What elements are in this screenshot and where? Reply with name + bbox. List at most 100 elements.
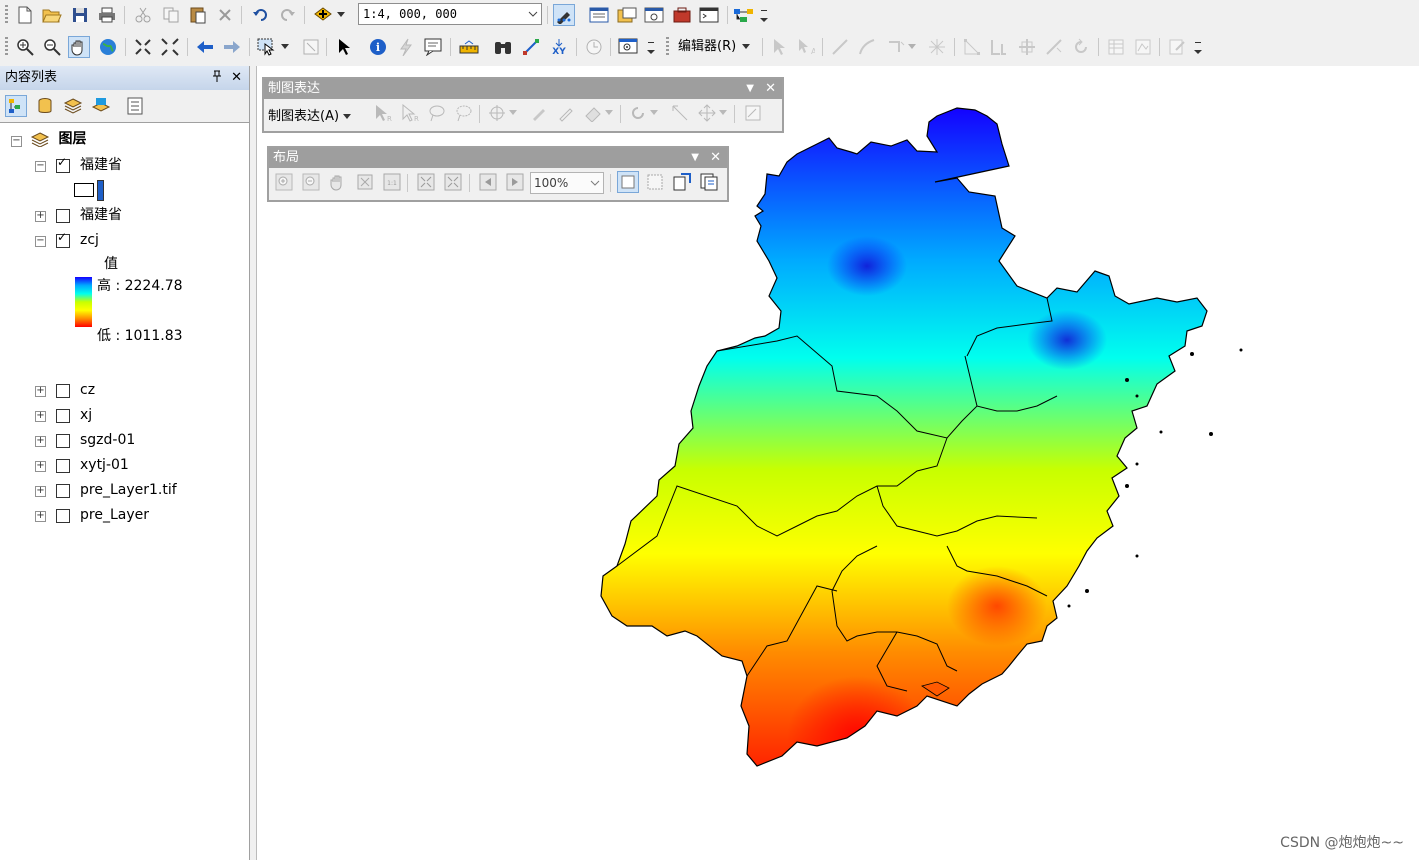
map-view[interactable]: 制图表达 ▼ ✕ 制图表达(A) R R 布局 ▼ ✕ 1:1 100% CSD… (256, 66, 1419, 860)
fixed-zoom-out-icon[interactable] (159, 36, 181, 58)
layer-visibility-checkbox[interactable] (56, 384, 70, 398)
layer-item-cz[interactable]: cz (80, 379, 95, 401)
expand-toggle[interactable]: + (35, 511, 46, 522)
construction-dropdown-icon[interactable] (906, 36, 918, 58)
layer-visibility-checkbox[interactable] (56, 230, 70, 248)
rotate-tool-icon[interactable] (1070, 36, 1092, 58)
print-icon[interactable] (96, 4, 118, 26)
map-scale-combobox[interactable]: 1:4, 000, 000 (358, 3, 542, 25)
expand-toggle[interactable]: + (35, 486, 46, 497)
toolbar-grip[interactable] (666, 37, 669, 57)
fixed-zoom-in-layout-icon[interactable] (415, 171, 437, 193)
layer-visibility-checkbox[interactable] (56, 434, 70, 448)
options-list-icon[interactable] (124, 95, 146, 117)
list-by-selection-icon[interactable] (90, 95, 112, 117)
table-of-contents-window-icon[interactable] (588, 4, 610, 26)
fixed-zoom-out-layout-icon[interactable] (442, 171, 464, 193)
save-icon[interactable] (69, 4, 91, 26)
redo-icon[interactable] (277, 4, 299, 26)
layer-item-xytj-01[interactable]: xytj-01 (80, 454, 129, 476)
python-window-icon[interactable] (698, 4, 720, 26)
draw-pen-icon[interactable] (528, 102, 550, 124)
pan-hand-icon[interactable] (68, 36, 90, 58)
paste-icon[interactable] (187, 4, 209, 26)
toolbar-options-icon[interactable] (1192, 36, 1204, 58)
layout-zoom-combobox[interactable]: 100% (530, 172, 604, 194)
modelbuilder-icon[interactable] (733, 4, 755, 26)
open-folder-icon[interactable] (41, 4, 63, 26)
layer-visibility-checkbox[interactable] (56, 509, 70, 523)
select-dropdown-icon[interactable] (279, 36, 291, 58)
list-by-visibility-icon[interactable] (62, 95, 84, 117)
layer-item-fujian-boundary[interactable]: 福建省 (80, 154, 122, 176)
layer-item-sgzd-01[interactable]: sgzd-01 (80, 429, 135, 451)
select-elements-arrow-icon[interactable] (333, 36, 355, 58)
chevron-down-icon[interactable]: ▼ (691, 148, 699, 168)
zoom-whole-page-icon[interactable] (354, 171, 376, 193)
measure-ruler-icon[interactable] (458, 36, 480, 58)
previous-extent-icon[interactable] (477, 171, 499, 193)
layer-item-pre-layer1-tif[interactable]: pre_Layer1.tif (80, 479, 177, 501)
representation-menu[interactable]: 制图表达(A) (268, 105, 352, 124)
html-popup-icon[interactable] (422, 36, 444, 58)
editor-menu[interactable]: 编辑器(R) (678, 37, 751, 57)
add-data-dropdown-icon[interactable] (335, 4, 347, 26)
expand-toggle[interactable]: − (35, 161, 46, 172)
resize-representation-icon[interactable] (669, 102, 691, 124)
copy-icon[interactable] (160, 4, 182, 26)
layer-visibility-checkbox[interactable] (56, 484, 70, 498)
expand-toggle[interactable]: + (35, 411, 46, 422)
search-window-icon[interactable] (643, 4, 665, 26)
go-back-arrow-icon[interactable] (194, 36, 216, 58)
toolbar-title-bar[interactable]: 制图表达 ▼ ✕ (264, 79, 782, 99)
select-features-icon[interactable] (256, 36, 278, 58)
close-icon[interactable]: ✕ (765, 79, 776, 99)
hyperlink-lightning-icon[interactable] (395, 36, 417, 58)
lasso-direct-select-icon[interactable] (453, 102, 475, 124)
zoom-out-icon[interactable] (41, 36, 63, 58)
list-by-source-icon[interactable] (34, 95, 56, 117)
attributes-table-icon[interactable] (1105, 36, 1127, 58)
cut-icon[interactable] (132, 4, 154, 26)
layout-pan-icon[interactable] (327, 171, 349, 193)
dropdown-icon[interactable] (507, 102, 519, 124)
edit-tool-icon[interactable] (768, 36, 790, 58)
go-to-xy-icon[interactable]: XY (548, 36, 570, 58)
chevron-down-icon[interactable]: ▼ (746, 79, 754, 99)
chevron-down-icon[interactable] (590, 173, 600, 199)
layout-zoom-in-icon[interactable] (273, 171, 295, 193)
toggle-draft-mode-icon[interactable] (617, 171, 639, 193)
layer-item-fujian[interactable]: 福建省 (80, 204, 122, 226)
dropdown-icon[interactable] (603, 102, 615, 124)
change-layout-icon[interactable] (671, 171, 693, 193)
select-representation-icon[interactable]: R (372, 102, 394, 124)
find-route-icon[interactable] (520, 36, 542, 58)
polygon-symbol-swatch[interactable] (74, 183, 94, 197)
layer-visibility-checkbox[interactable] (56, 209, 70, 223)
dropdown-icon[interactable] (648, 102, 660, 124)
toolbar-grip[interactable] (5, 37, 8, 57)
point-snap-icon[interactable] (926, 36, 948, 58)
edit-pen-icon[interactable] (555, 102, 577, 124)
eraser-icon[interactable] (582, 102, 604, 124)
layer-item-zcj[interactable]: zcj (80, 229, 99, 251)
zoom-in-icon[interactable] (14, 36, 36, 58)
toolbar-grip[interactable] (5, 5, 8, 25)
direct-select-icon[interactable]: R (399, 102, 421, 124)
toolbar-options-icon[interactable] (645, 36, 657, 58)
color-ramp-swatch[interactable] (75, 277, 92, 327)
trace-icon[interactable] (885, 36, 907, 58)
endpoint-arc-icon[interactable] (856, 36, 878, 58)
chevron-down-icon[interactable] (527, 4, 539, 32)
lasso-select-icon[interactable] (426, 102, 448, 124)
data-driven-pages-icon[interactable] (698, 171, 720, 193)
move-representation-icon[interactable] (696, 102, 718, 124)
toolbar-title-bar[interactable]: 布局 ▼ ✕ (269, 148, 727, 168)
layers-root[interactable]: 图层 (30, 128, 86, 150)
cut-polygons-icon[interactable] (1016, 36, 1038, 58)
layer-item-pre-layer[interactable]: pre_Layer (80, 504, 149, 526)
catalog-window-icon[interactable] (616, 4, 638, 26)
layer-item-xj[interactable]: xj (80, 404, 92, 426)
delete-icon[interactable] (214, 4, 236, 26)
editor-toolbar-icon[interactable] (553, 4, 575, 26)
